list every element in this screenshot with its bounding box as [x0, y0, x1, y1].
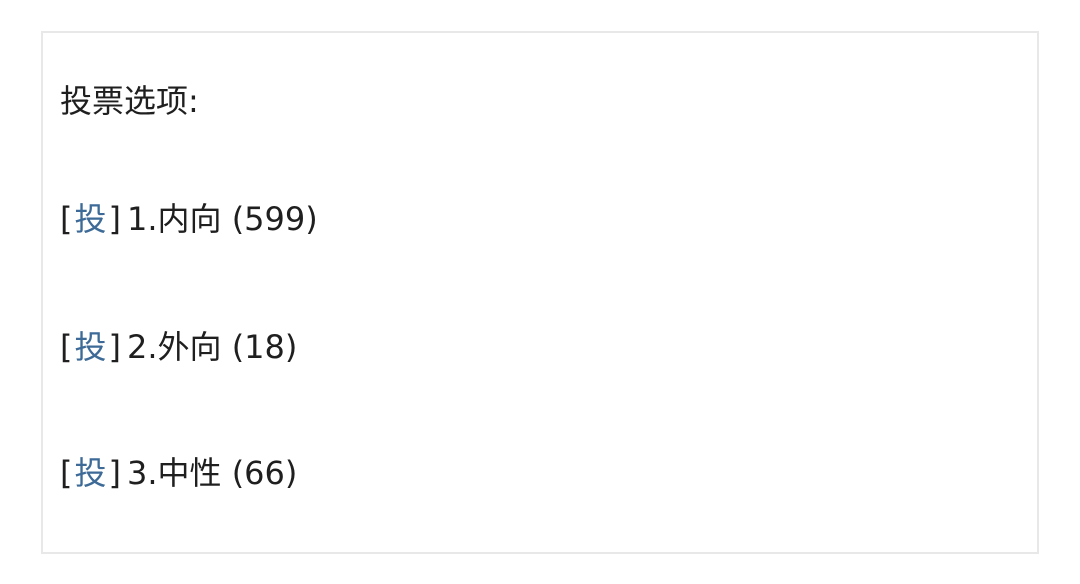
poll-option-1: [投] 1.内向 (599)	[60, 199, 318, 239]
vote-button-option-1[interactable]: 投	[72, 200, 108, 238]
poll-title: 投票选项:	[60, 82, 199, 120]
option-1-text: 1.内向 (599)	[126, 200, 318, 238]
bracket-close: ]	[108, 454, 121, 492]
option-2-text: 2.外向 (18)	[126, 328, 298, 366]
bracket-open: [	[60, 454, 73, 492]
poll-option-2: [投] 2.外向 (18)	[60, 327, 297, 367]
poll-option-3: [投] 3.中性 (66)	[60, 453, 297, 493]
vote-button-option-2[interactable]: 投	[72, 328, 108, 366]
bracket-open: [	[60, 328, 73, 366]
bracket-close: ]	[108, 328, 121, 366]
poll-options-panel: 投票选项: [投] 1.内向 (599) [投] 2.外向 (18) [投] 3.中性…	[41, 31, 1039, 554]
bracket-open: [	[60, 200, 73, 238]
bracket-close: ]	[108, 200, 121, 238]
option-3-text: 3.中性 (66)	[126, 454, 298, 492]
vote-button-option-3[interactable]: 投	[72, 454, 108, 492]
